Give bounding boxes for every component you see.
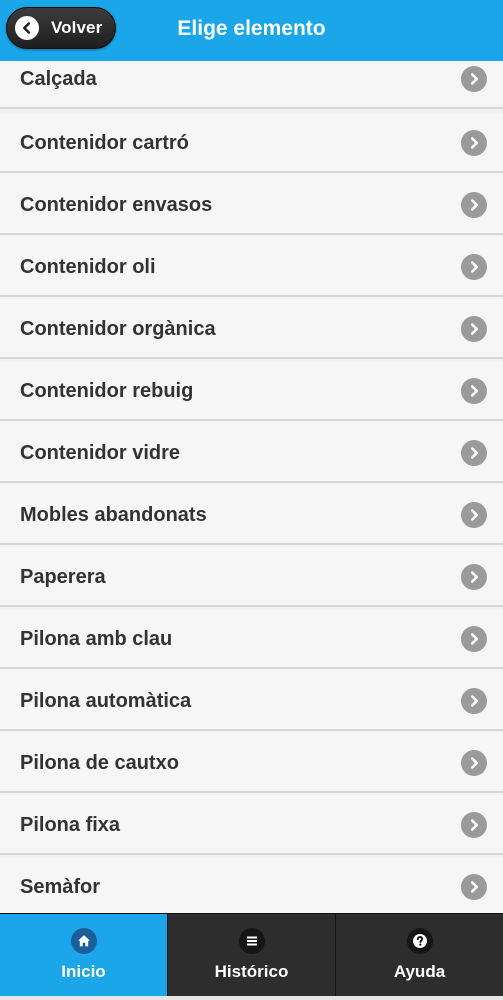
chevron-right-icon (461, 440, 487, 466)
list-item[interactable]: Paperera (0, 547, 503, 607)
list-item[interactable]: Contenidor vidre (0, 423, 503, 483)
list-item[interactable]: Contenidor cartró (0, 113, 503, 173)
home-icon (70, 928, 97, 954)
bottom-nav: Inicio Histórico Ayuda (0, 913, 503, 996)
chevron-right-icon (461, 502, 487, 528)
chevron-left-icon (15, 16, 39, 40)
back-button-label: Volver (51, 18, 103, 37)
list-item-label: Pilona de cautxo (20, 752, 179, 774)
menu-icon (238, 928, 265, 954)
page-title: Elige elemento (177, 17, 326, 40)
list-item-label: Pilona automàtica (20, 690, 192, 712)
list-item[interactable]: Mobles abandonats (0, 485, 503, 545)
list-item[interactable]: Pilona fixa (0, 795, 503, 855)
header-bar: Volver Elige elemento (0, 0, 503, 61)
list-item[interactable]: Contenidor oli (0, 237, 503, 297)
chevron-right-icon (461, 626, 487, 652)
tab-historico[interactable]: Histórico (167, 914, 335, 996)
chevron-right-icon (461, 254, 487, 280)
tab-inicio[interactable]: Inicio (0, 914, 167, 996)
tab-label: Inicio (61, 962, 106, 981)
list-item[interactable]: Calçada (0, 61, 503, 109)
chevron-right-icon (461, 192, 487, 218)
chevron-right-icon (461, 812, 487, 838)
list-item-label: Calçada (20, 68, 97, 90)
bottom-edge (0, 996, 503, 1000)
help-icon (406, 928, 433, 954)
chevron-right-icon (461, 316, 487, 342)
list-item-label: Pilona amb clau (20, 628, 173, 650)
element-list: Calçada Contenidor cartró Contenidor env… (0, 61, 503, 913)
chevron-right-icon (461, 688, 487, 714)
list-item[interactable]: Contenidor orgànica (0, 299, 503, 359)
list-item[interactable]: Semàfor (0, 857, 503, 913)
list-item-label: Contenidor envasos (20, 194, 213, 216)
list-item[interactable]: Pilona amb clau (0, 609, 503, 669)
list-item-label: Contenidor rebuig (20, 380, 194, 402)
list-item-label: Pilona fixa (20, 814, 121, 836)
chevron-right-icon (461, 130, 487, 156)
app: Volver Elige elemento Calçada Contenidor… (0, 0, 503, 1000)
list-item[interactable]: Contenidor envasos (0, 175, 503, 235)
list-item-label: Contenidor orgànica (20, 318, 216, 340)
chevron-right-icon (461, 564, 487, 590)
back-button[interactable]: Volver (6, 7, 116, 49)
list-item[interactable]: Pilona de cautxo (0, 733, 503, 793)
list-item-label: Semàfor (20, 876, 101, 898)
list-item[interactable]: Pilona automàtica (0, 671, 503, 731)
chevron-right-icon (461, 750, 487, 776)
chevron-right-icon (461, 378, 487, 404)
list-item-label: Contenidor cartró (20, 132, 189, 154)
tab-label: Histórico (214, 962, 289, 981)
tab-ayuda[interactable]: Ayuda (335, 914, 503, 996)
list-item-label: Mobles abandonats (20, 504, 207, 526)
list-item-label: Paperera (20, 566, 106, 588)
tab-label: Ayuda (393, 962, 446, 981)
list-item-label: Contenidor oli (20, 256, 156, 278)
chevron-right-icon (461, 66, 487, 92)
chevron-right-icon (461, 874, 487, 900)
list-item-label: Contenidor vidre (20, 442, 181, 464)
list-item[interactable]: Contenidor rebuig (0, 361, 503, 421)
